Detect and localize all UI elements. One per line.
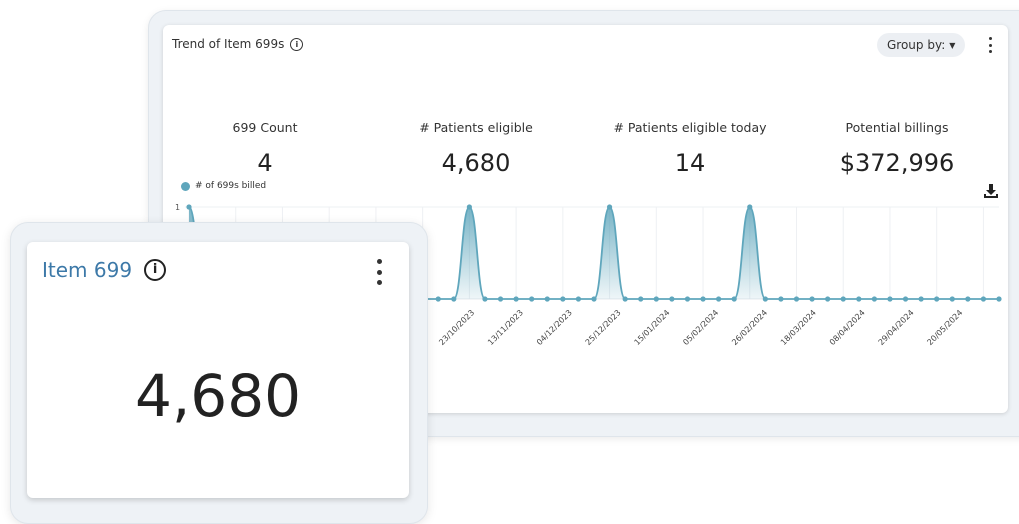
data-point <box>918 296 924 302</box>
data-point <box>560 296 566 302</box>
stat-label: 699 Count <box>232 120 298 135</box>
data-point <box>716 296 722 302</box>
data-point <box>451 296 457 302</box>
x-tick-label: 08/04/2024 <box>828 308 867 347</box>
data-point <box>809 296 815 302</box>
data-point <box>980 296 987 302</box>
stat-patients-eligible-today: # Patients eligible today 14 <box>590 120 790 177</box>
info-icon[interactable]: i <box>144 259 167 281</box>
group-by-label: Group by: <box>887 38 946 52</box>
legend-marker <box>181 181 190 191</box>
data-point <box>778 296 784 302</box>
data-point <box>482 296 488 302</box>
stat-value: 14 <box>674 149 706 177</box>
data-point <box>747 204 753 210</box>
data-point <box>575 296 582 302</box>
data-point <box>996 296 1002 302</box>
x-tick-label: 15/01/2024 <box>633 308 672 347</box>
data-point <box>902 296 909 302</box>
x-tick-label: 04/12/2023 <box>535 308 574 347</box>
legend-label: # of 699s billed <box>195 181 267 191</box>
stat-label: # Patients eligible today <box>613 120 767 135</box>
data-point <box>793 296 800 302</box>
data-point <box>887 296 893 302</box>
stat-699-count: 699 Count 4 <box>165 120 365 177</box>
data-point <box>622 296 628 302</box>
stat-patients-eligible: # Patients eligible 4,680 <box>376 120 576 177</box>
info-icon[interactable]: i <box>290 37 304 51</box>
item-card-title: Item 699 i <box>42 258 167 282</box>
item-card-title-text: Item 699 <box>42 258 133 282</box>
data-point <box>591 296 597 302</box>
y-tick-label: 1 <box>175 203 180 212</box>
stat-value: $372,996 <box>839 149 955 177</box>
data-point <box>186 204 192 210</box>
data-point <box>762 296 768 302</box>
trend-card-title: Trend of Item 699s i <box>172 37 304 51</box>
data-point <box>731 296 737 302</box>
more-options-icon[interactable] <box>987 37 993 53</box>
data-point <box>544 296 550 302</box>
x-tick-label: 05/02/2024 <box>681 308 720 347</box>
data-point <box>606 204 613 210</box>
stat-label: Potential billings <box>845 120 949 135</box>
data-point <box>435 296 441 302</box>
data-point <box>653 296 659 302</box>
data-point <box>700 296 706 302</box>
data-point <box>466 204 472 210</box>
data-point <box>934 296 940 302</box>
group-by-button[interactable]: Group by: ▼ <box>877 33 966 57</box>
x-tick-label: 18/03/2024 <box>779 308 818 347</box>
x-tick-label: 29/04/2024 <box>877 308 916 347</box>
data-point <box>638 296 644 302</box>
data-point <box>856 296 862 302</box>
x-tick-label: 20/05/2024 <box>925 308 964 347</box>
stat-value: 4 <box>257 149 273 177</box>
data-point <box>529 296 535 302</box>
x-tick-label: 23/10/2023 <box>437 308 476 347</box>
data-point <box>497 296 504 302</box>
item-card: Item 699 i 4,680 <box>27 242 409 498</box>
data-point <box>825 296 831 302</box>
trend-card-title-text: Trend of Item 699s <box>172 37 285 51</box>
caret-down-icon: ▼ <box>949 40 956 50</box>
chart-legend[interactable]: # of 699s billed <box>181 181 266 191</box>
x-tick-label: 13/11/2023 <box>486 308 525 347</box>
stat-value: 4,680 <box>441 149 511 177</box>
x-tick-label: 25/12/2023 <box>584 308 623 347</box>
stat-potential-billings: Potential billings $372,996 <box>797 120 997 177</box>
data-point <box>684 296 691 302</box>
more-options-icon[interactable] <box>376 259 382 285</box>
data-point <box>949 296 955 302</box>
data-point <box>840 296 846 302</box>
x-tick-label: 26/02/2024 <box>730 308 769 347</box>
data-point <box>965 296 971 302</box>
data-point <box>871 296 877 302</box>
data-point <box>513 296 519 302</box>
item-card-value: 4,680 <box>134 362 302 430</box>
data-point <box>669 296 675 302</box>
stat-label: # Patients eligible <box>419 120 533 135</box>
